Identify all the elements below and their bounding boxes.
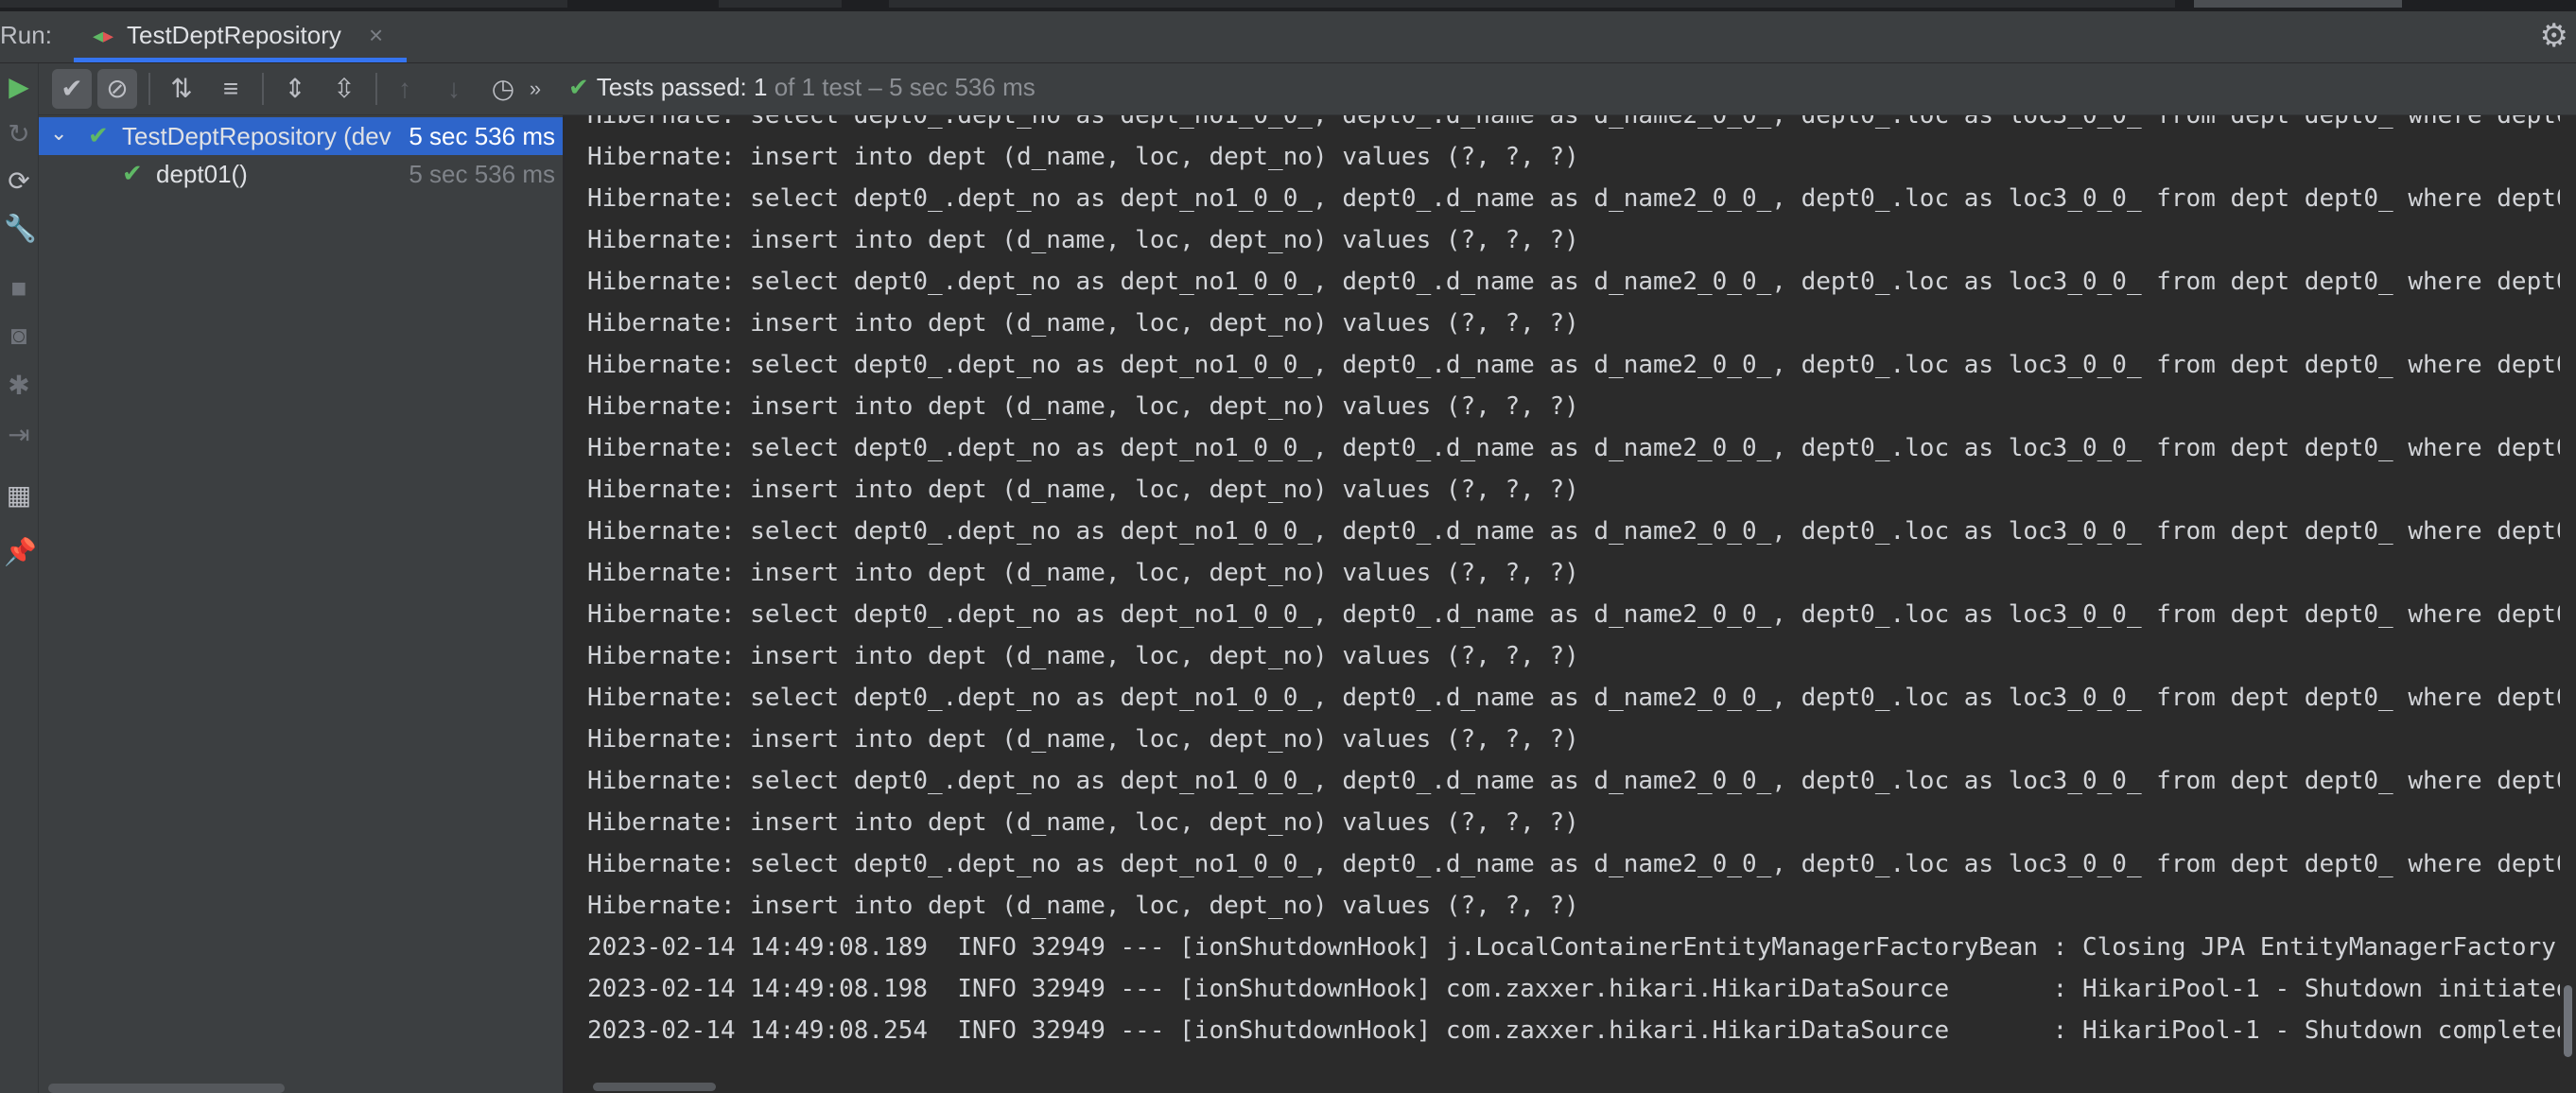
toolbar-separator [148,73,150,105]
status-rest: of 1 test – 5 sec 536 ms [767,73,1036,101]
tree-item-test-dept-repository[interactable]: ⌄ ✔ TestDeptRepository (dev 5 sec 536 ms [39,117,563,155]
top-strip-segment [889,0,2175,8]
gear-icon[interactable]: ⚙ [2540,17,2568,55]
close-icon[interactable]: × [369,21,383,50]
test-passed-icon: ✔ [122,159,143,187]
tree-item-dept01[interactable]: ✔ dept01() 5 sec 536 ms [39,155,563,193]
run-tab-bar: Run: ◂▸ TestDeptRepository × ⚙ [0,11,2576,63]
status-prefix: Tests passed: [596,73,754,101]
camera-icon[interactable]: ◙ [4,321,34,351]
test-toolbar: ✔ ⊘ ⇅ ≡ ⇕ ⇳ ↑ ↓ ◷ » ✔ Tests passed: 1 of … [39,63,2576,115]
console-output[interactable]: Hibernate: select dept0_.dept_no as dept… [565,115,2560,1080]
console-line: Hibernate: select dept0_.dept_no as dept… [587,115,2560,130]
tab-title: TestDeptRepository [127,21,341,49]
top-strip-segment [2194,0,2402,8]
tree-item-label: dept01() [156,160,248,188]
tree-horizontal-scrollbar[interactable] [48,1084,285,1093]
next-failed-icon[interactable]: ↓ [434,69,474,109]
console-line: Hibernate: insert into dept (d_name, loc… [587,476,1579,504]
wrench-icon[interactable]: 🔧 [4,213,37,244]
toolbar-separator [262,73,264,105]
chevron-down-icon[interactable]: ⌄ [50,121,67,146]
console-line: Hibernate: select dept0_.dept_no as dept… [587,268,2560,296]
more-actions-icon[interactable]: » [525,69,546,109]
toggle-auto-test-icon[interactable]: ⟳ [4,165,34,197]
debug-icon[interactable]: ✱ [4,370,34,401]
check-icon: ✔ [568,73,589,101]
status-count: 1 [754,73,768,101]
console-line: Hibernate: select dept0_.dept_no as dept… [587,434,2560,462]
console-line: Hibernate: select dept0_.dept_no as dept… [587,351,2560,379]
expand-all-icon[interactable]: ⇕ [275,69,315,109]
show-passed-button[interactable]: ✔ [52,69,92,109]
console-line: Hibernate: insert into dept (d_name, loc… [587,725,1579,754]
layout-icon[interactable]: ▦ [4,479,34,511]
console-horizontal-scrollbar[interactable] [565,1080,2560,1093]
collapse-all-icon[interactable]: ⇳ [324,69,364,109]
console-line: Hibernate: select dept0_.dept_no as dept… [587,850,2560,878]
tree-item-label: TestDeptRepository (dev [122,122,392,150]
scrollbar-thumb[interactable] [593,1083,716,1091]
scrollbar-thumb[interactable] [2564,985,2572,1057]
test-class-icon: ◂▸ [93,24,114,47]
console-line: Hibernate: select dept0_.dept_no as dept… [587,517,2560,546]
left-gutter: ▶ ↻ ⟳ 🔧 ■ ◙ ✱ ⇥ ▦ 📌 [0,63,39,1093]
tree-item-duration: 5 sec 536 ms [409,122,555,150]
tab-test-dept-repository[interactable]: ◂▸ TestDeptRepository × [74,11,407,62]
tests-status: ✔ Tests passed: 1 of 1 test – 5 sec 536 m… [568,73,1036,102]
console-line: Hibernate: select dept0_.dept_no as dept… [587,600,2560,629]
console-line: Hibernate: insert into dept (d_name, loc… [587,226,1579,254]
console-line: 2023-02-14 14:49:08.254 INFO 32949 --- [… [587,1016,2560,1045]
rerun-failed-icon[interactable]: ↻ [4,118,34,149]
test-passed-icon: ✔ [88,121,109,149]
sort-by-duration-icon[interactable]: ≡ [211,69,251,109]
exit-icon[interactable]: ⇥ [4,419,34,450]
tree-item-duration: 5 sec 536 ms [409,160,555,188]
run-label: Run: [0,21,52,49]
console-line: Hibernate: insert into dept (d_name, loc… [587,642,1579,670]
console-line: Hibernate: select dept0_.dept_no as dept… [587,184,2560,213]
toolbar-separator [375,73,377,105]
top-strip [0,0,2576,11]
console-line: Hibernate: select dept0_.dept_no as dept… [587,684,2560,712]
test-tree: ⌄ ✔ TestDeptRepository (dev 5 sec 536 ms… [39,115,565,1093]
console-line: Hibernate: insert into dept (d_name, loc… [587,143,1579,171]
console-line: 2023-02-14 14:49:08.189 INFO 32949 --- [… [587,933,2556,962]
console-line: Hibernate: insert into dept (d_name, loc… [587,892,1579,920]
stop-icon[interactable]: ■ [4,273,34,304]
rerun-icon[interactable]: ▶ [4,71,34,102]
console-line: Hibernate: insert into dept (d_name, loc… [587,808,1579,837]
console-line: Hibernate: insert into dept (d_name, loc… [587,559,1579,587]
console-vertical-scrollbar[interactable] [2560,115,2576,1093]
console-line: Hibernate: insert into dept (d_name, loc… [587,392,1579,421]
sort-alphabetically-icon[interactable]: ⇅ [162,69,201,109]
previous-failed-icon[interactable]: ↑ [385,69,425,109]
show-ignored-button[interactable]: ⊘ [97,69,137,109]
console-line: Hibernate: select dept0_.dept_no as dept… [587,767,2560,795]
top-strip-segment [0,0,567,8]
console-line: 2023-02-14 14:49:08.198 INFO 32949 --- [… [587,975,2560,1003]
history-icon[interactable]: ◷ [483,69,523,109]
top-strip-segment [719,0,842,8]
pin-icon[interactable]: 📌 [4,536,37,567]
console-line: Hibernate: insert into dept (d_name, loc… [587,309,1579,338]
active-tab-underline [74,58,407,62]
